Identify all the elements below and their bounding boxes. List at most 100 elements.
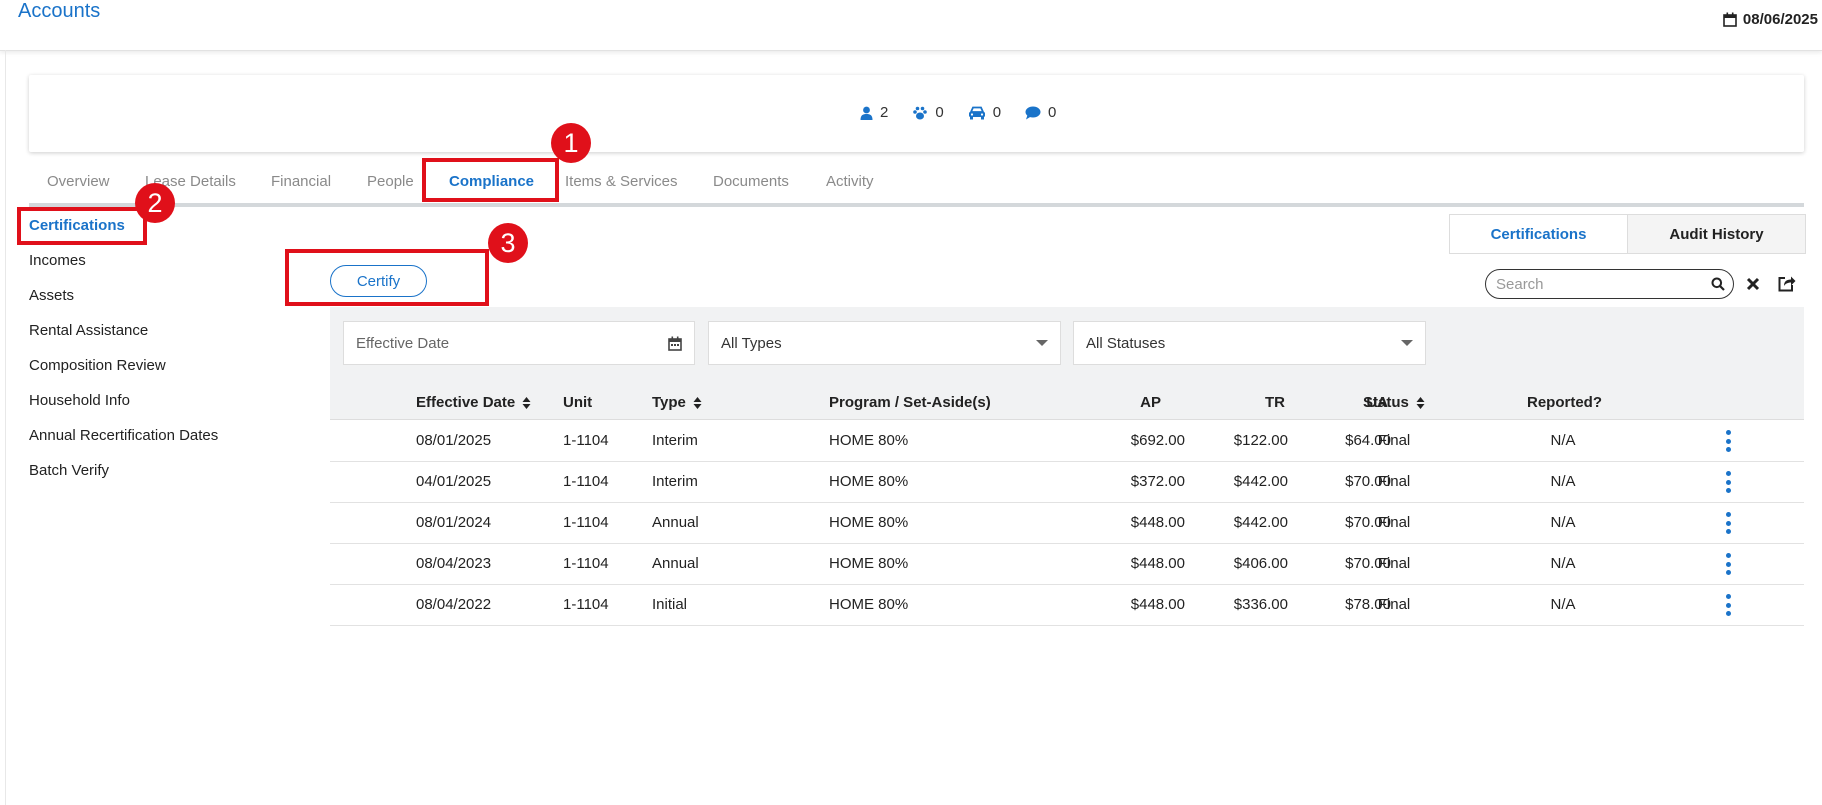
col-effective-date-label: Effective Date <box>416 394 516 411</box>
type-select[interactable]: All Types <box>708 321 1061 365</box>
annotation-box-certifications <box>17 207 147 245</box>
sidenav-incomes[interactable]: Incomes <box>29 252 86 269</box>
col-unit: Unit <box>563 394 593 411</box>
vehicles-count-value: 0 <box>992 104 1002 121</box>
sort-icon[interactable] <box>693 396 702 410</box>
chevron-down-icon <box>1036 340 1048 346</box>
row-menu-icon[interactable] <box>1725 553 1731 575</box>
pets-count-value: 0 <box>935 104 944 121</box>
cell-effective-date: 08/04/2022 <box>416 596 492 613</box>
toggle-audit-history[interactable]: Audit History <box>1628 215 1805 253</box>
calendar-icon[interactable] <box>668 336 682 351</box>
export-icon[interactable] <box>1778 275 1796 292</box>
col-status[interactable]: Status <box>1363 394 1425 411</box>
tab-people[interactable]: People <box>367 173 414 190</box>
col-program: Program / Set-Aside(s) <box>829 394 991 411</box>
cell-tr: $442.00 <box>1233 514 1288 531</box>
cell-type: Annual <box>652 555 699 572</box>
cell-ap: $448.00 <box>1130 555 1185 572</box>
col-type[interactable]: Type <box>652 394 702 411</box>
sidenav-annual-recert-dates[interactable]: Annual Recertification Dates <box>29 427 218 444</box>
sidenav-rental-assistance[interactable]: Rental Assistance <box>29 322 148 339</box>
cell-type: Initial <box>652 596 688 613</box>
tab-financial[interactable]: Financial <box>271 173 331 190</box>
sidenav-household-info[interactable]: Household Info <box>29 392 130 409</box>
effective-date-filter[interactable]: Effective Date <box>343 321 695 365</box>
annotation-box-certify <box>285 249 489 306</box>
cell-type: Interim <box>652 432 698 449</box>
cell-unit: 1-1104 <box>563 555 609 572</box>
col-type-label: Type <box>652 394 686 411</box>
cell-ap: $692.00 <box>1130 432 1185 449</box>
cell-tr: $336.00 <box>1233 596 1288 613</box>
tab-overview[interactable]: Overview <box>47 173 110 190</box>
chevron-down-icon <box>1401 340 1413 346</box>
cell-status: Final <box>1377 473 1411 490</box>
col-status-label: Status <box>1363 394 1409 411</box>
sidenav-assets[interactable]: Assets <box>29 287 74 304</box>
row-menu-icon[interactable] <box>1725 594 1731 616</box>
pets-count[interactable]: 0 <box>912 104 944 121</box>
sidenav-batch-verify[interactable]: Batch Verify <box>29 462 109 479</box>
vehicles-count[interactable]: 0 <box>968 104 1001 121</box>
cell-unit: 1-1104 <box>563 432 609 449</box>
search-placeholder: Search <box>1496 275 1544 293</box>
tab-documents[interactable]: Documents <box>713 173 789 190</box>
cell-status: Final <box>1377 514 1411 531</box>
cell-type: Annual <box>652 514 699 531</box>
cell-tr: $442.00 <box>1233 473 1288 490</box>
car-icon <box>968 106 985 119</box>
left-edge <box>0 50 6 805</box>
tab-bar: Overview Lease Details Financial People … <box>29 166 1804 207</box>
person-icon <box>860 106 873 120</box>
clear-icon[interactable] <box>1746 277 1760 291</box>
tab-activity[interactable]: Activity <box>826 173 874 190</box>
people-count-value: 2 <box>880 104 889 121</box>
cell-reported: N/A <box>1550 596 1576 613</box>
sidenav-composition-review[interactable]: Composition Review <box>29 357 166 374</box>
row-menu-icon[interactable] <box>1725 430 1731 452</box>
cell-effective-date: 08/04/2023 <box>416 555 492 572</box>
effective-date-placeholder: Effective Date <box>356 334 450 352</box>
table-row: 04/01/2025 1-1104 Interim HOME 80% $372.… <box>330 461 1804 503</box>
sort-icon[interactable] <box>1416 396 1425 410</box>
sort-icon[interactable] <box>522 396 531 410</box>
cell-reported: N/A <box>1550 555 1576 572</box>
cell-program: HOME 80% <box>829 596 909 613</box>
cell-unit: 1-1104 <box>563 596 609 613</box>
cell-ap: $448.00 <box>1130 596 1185 613</box>
cell-effective-date: 08/01/2024 <box>416 514 492 531</box>
cell-program: HOME 80% <box>829 432 909 449</box>
toggle-certifications[interactable]: Certifications <box>1450 215 1628 253</box>
col-effective-date[interactable]: Effective Date <box>416 394 531 411</box>
status-select[interactable]: All Statuses <box>1073 321 1426 365</box>
row-menu-icon[interactable] <box>1725 471 1731 493</box>
current-date: 08/06/2025 <box>1742 11 1818 28</box>
cell-program: HOME 80% <box>829 473 909 490</box>
comments-count[interactable]: 0 <box>1025 104 1056 121</box>
annotation-badge-2: 2 <box>135 183 175 223</box>
people-count[interactable]: 2 <box>860 104 888 121</box>
col-ap: AP <box>1140 394 1161 411</box>
row-menu-icon[interactable] <box>1725 512 1731 534</box>
summary-counts: 2 0 0 0 <box>860 104 1056 121</box>
comment-icon <box>1025 106 1041 119</box>
col-tr: TR <box>1265 394 1285 411</box>
top-bar <box>0 0 1822 51</box>
search-input[interactable]: Search <box>1485 269 1734 299</box>
table-row: 08/01/2024 1-1104 Annual HOME 80% $448.0… <box>330 502 1804 544</box>
paw-icon <box>913 106 928 119</box>
view-toggle: Certifications Audit History <box>1449 214 1806 254</box>
cell-reported: N/A <box>1550 514 1576 531</box>
comments-count-value: 0 <box>1048 104 1057 121</box>
cell-reported: N/A <box>1550 432 1576 449</box>
cell-tr: $406.00 <box>1233 555 1288 572</box>
annotation-badge-1: 1 <box>551 123 591 163</box>
cell-effective-date: 04/01/2025 <box>416 473 492 490</box>
cell-program: HOME 80% <box>829 514 909 531</box>
search-icon[interactable] <box>1711 277 1725 291</box>
table-row: 08/04/2023 1-1104 Annual HOME 80% $448.0… <box>330 543 1804 585</box>
table-row: 08/04/2022 1-1104 Initial HOME 80% $448.… <box>330 584 1804 626</box>
tab-items-services[interactable]: Items & Services <box>565 173 678 190</box>
cell-unit: 1-1104 <box>563 473 609 490</box>
